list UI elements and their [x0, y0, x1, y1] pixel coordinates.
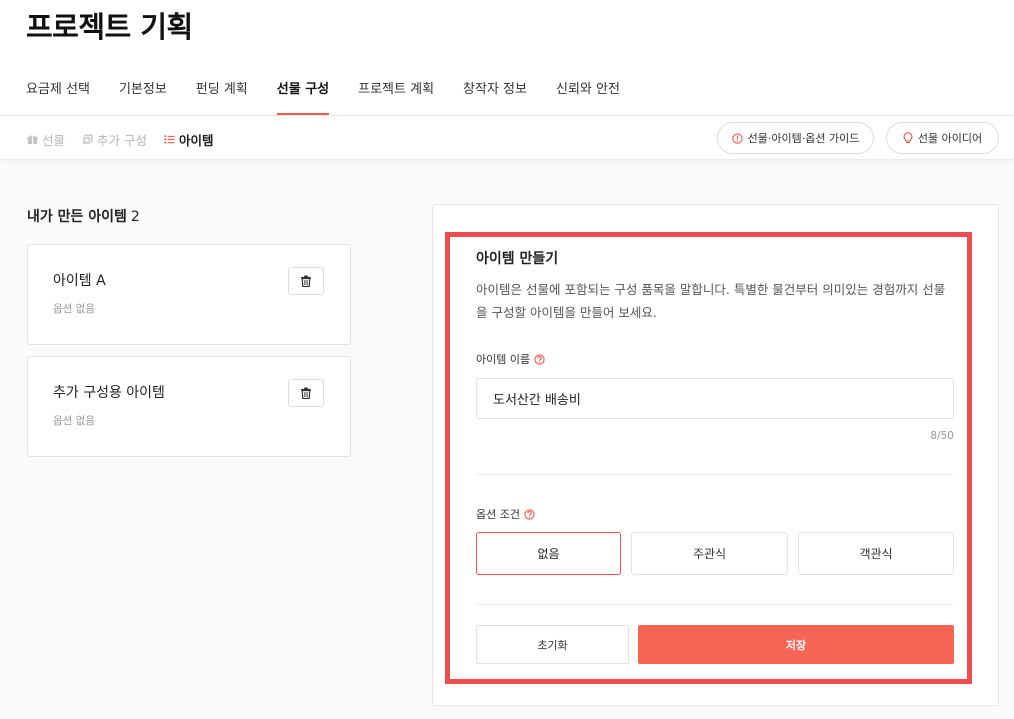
my-items-count: 2	[130, 209, 140, 225]
my-items-title-text: 내가 만든 아이템	[27, 209, 127, 225]
page-title: 프로젝트 기획	[26, 10, 193, 44]
form-title: 아이템 만들기	[476, 251, 559, 267]
crumb-reward-label: 선물	[42, 133, 66, 148]
option-condition-label-text: 옵션 조건	[476, 508, 520, 521]
add-box-icon	[82, 134, 93, 145]
main-tabs: 요금제 선택 기본정보 펀딩 계획 선물 구성 프로젝트 계획 창작자 정보 신…	[26, 78, 649, 115]
idea-button[interactable]: 선물 아이디어	[886, 122, 999, 154]
option-none-button[interactable]: 없음	[476, 532, 621, 575]
item-card[interactable]: 아이템 A 옵션 없음	[27, 244, 351, 345]
tab-trust-safety[interactable]: 신뢰와 안전	[556, 78, 620, 115]
item-option-status: 옵션 없음	[53, 303, 95, 315]
item-name-label: 아이템 이름	[476, 351, 545, 367]
item-option-status: 옵션 없음	[53, 415, 95, 427]
tab-reward-composition[interactable]: 선물 구성	[276, 78, 330, 115]
trash-icon	[300, 384, 312, 403]
item-name: 추가 구성용 아이템	[53, 385, 165, 401]
crumb-reward[interactable]: 선물	[27, 130, 65, 149]
delete-item-button[interactable]	[288, 379, 324, 407]
item-card[interactable]: 추가 구성용 아이템 옵션 없음	[27, 356, 351, 457]
item-name: 아이템 A	[53, 273, 106, 289]
crumb-add-on-label: 추가 구성	[97, 133, 147, 148]
crumb-item[interactable]: 아이템	[164, 130, 214, 149]
lightbulb-icon	[903, 132, 913, 144]
crumb-item-label: 아이템	[179, 133, 214, 148]
tab-funding-plan[interactable]: 펀딩 계획	[196, 78, 248, 115]
breadcrumb: 선물 추가 구성 아이템	[27, 130, 231, 149]
tab-plan-select[interactable]: 요금제 선택	[26, 78, 90, 115]
info-icon	[732, 132, 743, 144]
divider	[476, 474, 954, 475]
tab-creator-info[interactable]: 창작자 정보	[463, 78, 527, 115]
header: 프로젝트 기획 요금제 선택 기본정보 펀딩 계획 선물 구성 프로젝트 계획 …	[0, 0, 1014, 116]
option-condition-label: 옵션 조건	[476, 506, 535, 522]
help-icon[interactable]	[524, 508, 535, 520]
form-description: 아이템은 선물에 포함되는 구성 품목을 말합니다. 특별한 물건부터 의미있는…	[476, 282, 946, 320]
delete-item-button[interactable]	[288, 267, 324, 295]
gift-icon	[27, 134, 38, 145]
reset-button[interactable]: 초기화	[476, 625, 629, 664]
list-icon	[164, 134, 175, 145]
item-name-label-text: 아이템 이름	[476, 353, 531, 366]
help-icon[interactable]	[534, 353, 545, 365]
idea-button-label: 선물 아이디어	[917, 132, 983, 145]
guide-button[interactable]: 선물·아이템·옵션 가이드	[717, 122, 874, 154]
item-name-input[interactable]	[476, 378, 954, 419]
sub-navigation: 선물 추가 구성 아이템 선물·아이템·옵션 가이드 선물 아이디어	[0, 116, 1014, 160]
char-count: 8/50	[930, 430, 954, 442]
crumb-add-on[interactable]: 추가 구성	[82, 130, 147, 149]
trash-icon	[300, 272, 312, 291]
option-objective-button[interactable]: 객관식	[798, 532, 954, 575]
divider	[476, 604, 954, 605]
tab-project-plan[interactable]: 프로젝트 계획	[358, 78, 434, 115]
guide-button-label: 선물·아이템·옵션 가이드	[747, 132, 860, 145]
option-subjective-button[interactable]: 주관식	[631, 532, 788, 575]
my-items-title: 내가 만든 아이템 2	[27, 206, 140, 226]
tab-basic-info[interactable]: 기본정보	[119, 78, 167, 115]
save-button[interactable]: 저장	[638, 625, 954, 664]
